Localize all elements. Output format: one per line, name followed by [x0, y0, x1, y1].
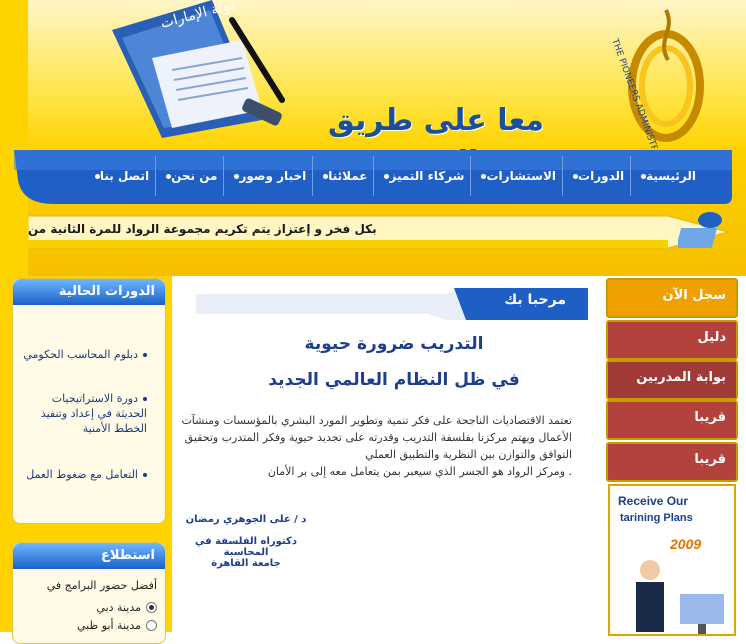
- guide-button[interactable]: دليل: [606, 320, 738, 360]
- current-courses-header: الدورات الحالية: [13, 279, 165, 305]
- radio-button[interactable]: [146, 602, 157, 613]
- course-link[interactable]: التعامل مع ضغوط العمل: [17, 467, 147, 482]
- nav-item-consulting[interactable]: الاستشارات: [470, 156, 562, 196]
- ad-year: 2009: [670, 536, 702, 552]
- signature-degree: دكتوراه الفلسفة في المحاسبة: [195, 536, 297, 558]
- coming-soon-button[interactable]: قريبا: [606, 400, 738, 440]
- poll-option[interactable]: مدينة دبي: [17, 601, 157, 614]
- main-heading-line2: في ظل النظام العالمي الجديد: [268, 370, 520, 390]
- radio-button[interactable]: [146, 620, 157, 631]
- nav-item-home[interactable]: الرئيسية: [630, 156, 702, 196]
- nav-item-contact[interactable]: اتصل بنا: [85, 156, 155, 196]
- signature-university: جامعة القاهرة: [211, 558, 281, 569]
- bullet-icon: [143, 473, 147, 477]
- site-slogan: معا على طريق التميز: [328, 103, 544, 180]
- signature-name: د / على الجوهري رمضان: [185, 514, 307, 525]
- training-plans-ad[interactable]: Receive Our tarining Plans 2009: [608, 484, 736, 636]
- nav-item-about[interactable]: من نحن: [155, 156, 223, 196]
- poll-header: استطلاع: [13, 543, 165, 569]
- nav-item-courses[interactable]: الدورات: [562, 156, 630, 196]
- ad-line1: Receive Our: [618, 494, 689, 508]
- main-heading-line1: التدريب ضرورة حيوية: [304, 334, 484, 354]
- nav-item-news[interactable]: اخبار وصور: [223, 156, 312, 196]
- welcome-title: مرحبا بك: [504, 292, 566, 308]
- course-link[interactable]: دبلوم المحاسب الحكومي: [17, 347, 147, 362]
- intro-paragraph: تعتمد الاقتصاديات الناجحة على فكر تنمية …: [181, 414, 572, 461]
- poll-option[interactable]: مدينة أبو ظبي: [17, 619, 157, 632]
- coming-soon-button[interactable]: قريبا: [606, 442, 738, 482]
- main-nav: الرئيسية الدورات الاستشارات شركاء التميز…: [14, 150, 732, 204]
- ad-line2: tarining Plans: [620, 512, 693, 524]
- bullet-icon: [143, 353, 147, 357]
- current-courses-box: الدورات الحالية دبلوم المحاسب الحكومي دو…: [12, 278, 166, 524]
- trainers-portal-button[interactable]: بوابة المدربين: [606, 360, 738, 400]
- course-link[interactable]: دورة الاستراتيجيات الحديثة في إعداد وتنف…: [17, 391, 147, 436]
- poll-question: أفضل حضور البرامج في: [46, 579, 157, 592]
- ticker-text[interactable]: بكل فخر و إعتزاز يتم تكريم مجموعة الرواد…: [28, 222, 408, 236]
- news-ticker: بكل فخر و إعتزاز يتم تكريم مجموعة الرواد…: [28, 210, 746, 254]
- documents-illustration: دولة الإمارات: [112, 0, 285, 138]
- nav-items: الرئيسية الدورات الاستشارات شركاء التميز…: [85, 156, 702, 196]
- register-now-button[interactable]: سجل الآن: [606, 278, 738, 318]
- businessman-illustration: [636, 560, 724, 634]
- intro-text: تعتمد الاقتصاديات الناجحة على فكر تنمية …: [176, 412, 572, 480]
- laptop-coffee-icon: [678, 212, 722, 248]
- nav-item-partners[interactable]: شركاء التميز: [373, 156, 470, 196]
- intro-paragraph: . ومركز الرواد هو الجسر الذي سيعبر بمن ي…: [267, 465, 572, 478]
- logo-text: THE PIONEERS ADMINISTRATIVE TRAINING: [609, 37, 684, 148]
- pioneers-logo: THE PIONEERS ADMINISTRATIVE TRAINING: [609, 9, 704, 148]
- left-decor-strip: [0, 0, 28, 276]
- poll-box: استطلاع أفضل حضور البرامج في مدينة دبي م…: [12, 542, 166, 644]
- bullet-icon: [143, 397, 147, 401]
- nav-item-clients[interactable]: عملائنا: [312, 156, 373, 196]
- welcome-bar: مرحبا بك: [196, 286, 588, 320]
- left-sidebar: الدورات الحالية دبلوم المحاسب الحكومي دو…: [0, 276, 172, 644]
